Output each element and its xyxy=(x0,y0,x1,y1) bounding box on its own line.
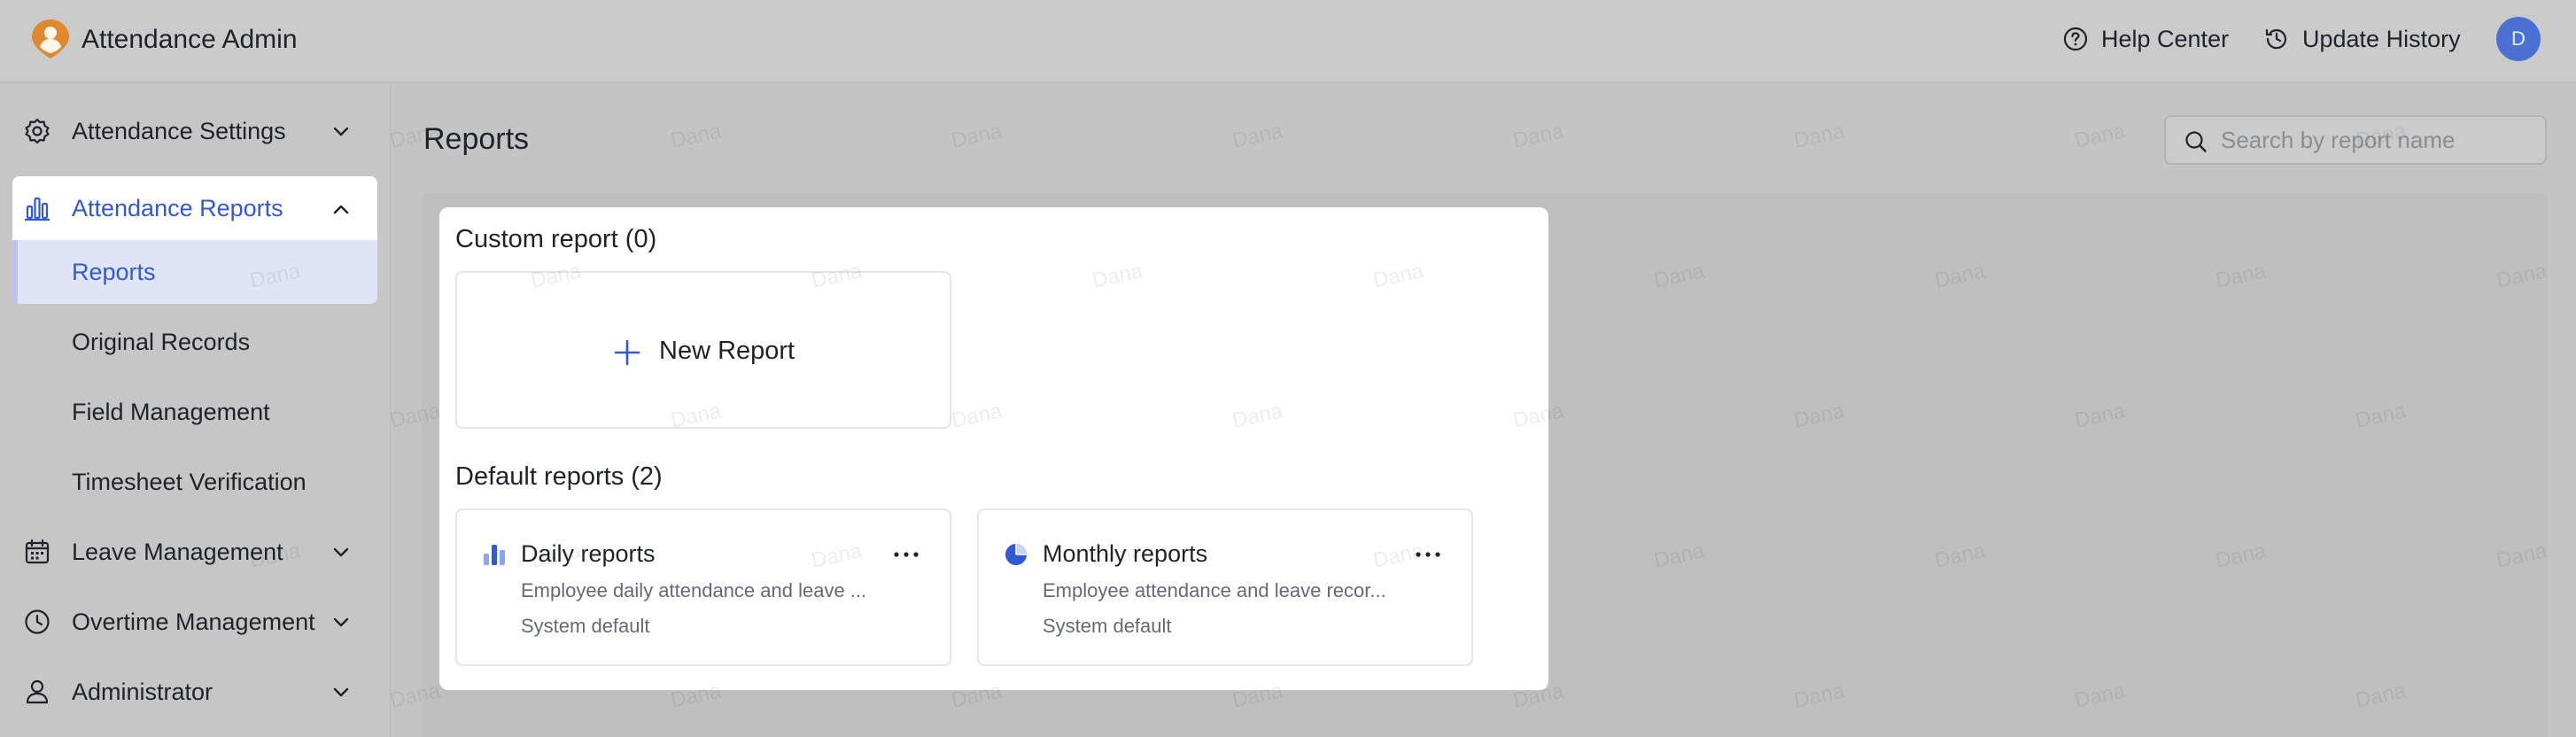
app-root: Attendance Admin Help Center Update Hist… xyxy=(0,0,2576,737)
search-box[interactable] xyxy=(2164,115,2547,165)
report-card-monthly[interactable]: Monthly reports Employee attendance and … xyxy=(977,508,1473,666)
sidebar-item-label: Overtime Management xyxy=(72,608,315,635)
pie-chart-icon xyxy=(1005,544,1027,565)
search-input[interactable] xyxy=(2221,122,2531,158)
sidebar-item-attendance-reports[interactable]: Attendance Reports xyxy=(12,176,377,240)
report-card-title: Daily reports xyxy=(521,540,656,567)
help-center-label: Help Center xyxy=(2101,25,2230,52)
search-icon xyxy=(2185,131,2207,152)
chevron-down-icon xyxy=(333,127,349,136)
sidebar-item-leave-management[interactable]: Leave Management xyxy=(12,520,377,584)
sidebar-item-label: Attendance Settings xyxy=(72,117,286,144)
top-bar: Attendance Admin Help Center Update Hist… xyxy=(0,0,2576,83)
report-card-title: Monthly reports xyxy=(1043,540,1208,567)
update-history-button[interactable]: Update History xyxy=(2263,21,2461,57)
report-card-daily[interactable]: Daily reports Employee daily attendance … xyxy=(455,508,951,666)
attendance-logo-icon xyxy=(32,19,69,58)
sidebar-item-administrator[interactable]: Administrator xyxy=(12,660,377,724)
sidebar-item-label: Timesheet Verification xyxy=(72,468,306,495)
report-card-tag: System default xyxy=(1043,615,1172,637)
sidebar-subitem-timesheet-verification[interactable]: Timesheet Verification xyxy=(12,450,377,514)
new-report-button[interactable]: New Report xyxy=(455,271,951,429)
bar-chart-icon xyxy=(484,545,505,565)
calendar-icon xyxy=(25,539,50,564)
sidebar-item-label: Field Management xyxy=(72,398,270,425)
help-center-button[interactable]: Help Center xyxy=(2062,21,2229,57)
more-options-icon[interactable] xyxy=(1413,544,1443,565)
user-icon xyxy=(26,679,49,704)
sidebar-subitem-reports[interactable]: Reports xyxy=(12,240,377,304)
clock-icon xyxy=(25,609,50,634)
report-card-tag: System default xyxy=(521,615,650,637)
sidebar-item-label: Leave Management xyxy=(72,538,283,565)
sidebar-subitem-field-management[interactable]: Field Management xyxy=(12,380,377,444)
report-card-description: Employee attendance and leave recor... xyxy=(1043,579,1386,601)
sidebar: Attendance Settings Attendance Reports R… xyxy=(0,85,392,737)
page-title: Reports xyxy=(423,122,530,156)
reports-panel: Custom report (0) New Report Default rep… xyxy=(439,207,1548,690)
report-card-description: Employee daily attendance and leave ... xyxy=(521,579,867,601)
user-avatar[interactable]: D xyxy=(2496,17,2541,61)
gear-icon xyxy=(25,118,50,144)
sidebar-item-label: Administrator xyxy=(72,678,213,705)
more-options-icon[interactable] xyxy=(891,544,921,565)
chevron-down-icon xyxy=(333,687,349,697)
custom-report-section-title: Custom report (0) xyxy=(455,225,657,253)
new-report-label: New Report xyxy=(659,337,795,365)
chevron-down-icon xyxy=(333,617,349,627)
update-history-label: Update History xyxy=(2302,25,2461,52)
plus-icon xyxy=(614,339,640,366)
bar-chart-icon xyxy=(25,197,50,221)
active-indicator xyxy=(12,240,18,304)
help-circle-icon xyxy=(2063,27,2088,51)
history-icon xyxy=(2265,28,2287,50)
chevron-down-icon xyxy=(333,547,349,557)
sidebar-subitem-original-records[interactable]: Original Records xyxy=(12,310,377,374)
sidebar-item-attendance-settings[interactable]: Attendance Settings xyxy=(12,99,377,163)
sidebar-item-overtime-management[interactable]: Overtime Management xyxy=(12,590,377,654)
default-report-section-title: Default reports (2) xyxy=(455,462,663,491)
chevron-up-icon xyxy=(333,205,349,214)
app-title: Attendance Admin xyxy=(81,25,298,54)
sidebar-item-label: Original Records xyxy=(72,328,251,355)
sidebar-item-label: Attendance Reports xyxy=(72,194,283,221)
sidebar-item-label: Reports xyxy=(72,258,156,285)
